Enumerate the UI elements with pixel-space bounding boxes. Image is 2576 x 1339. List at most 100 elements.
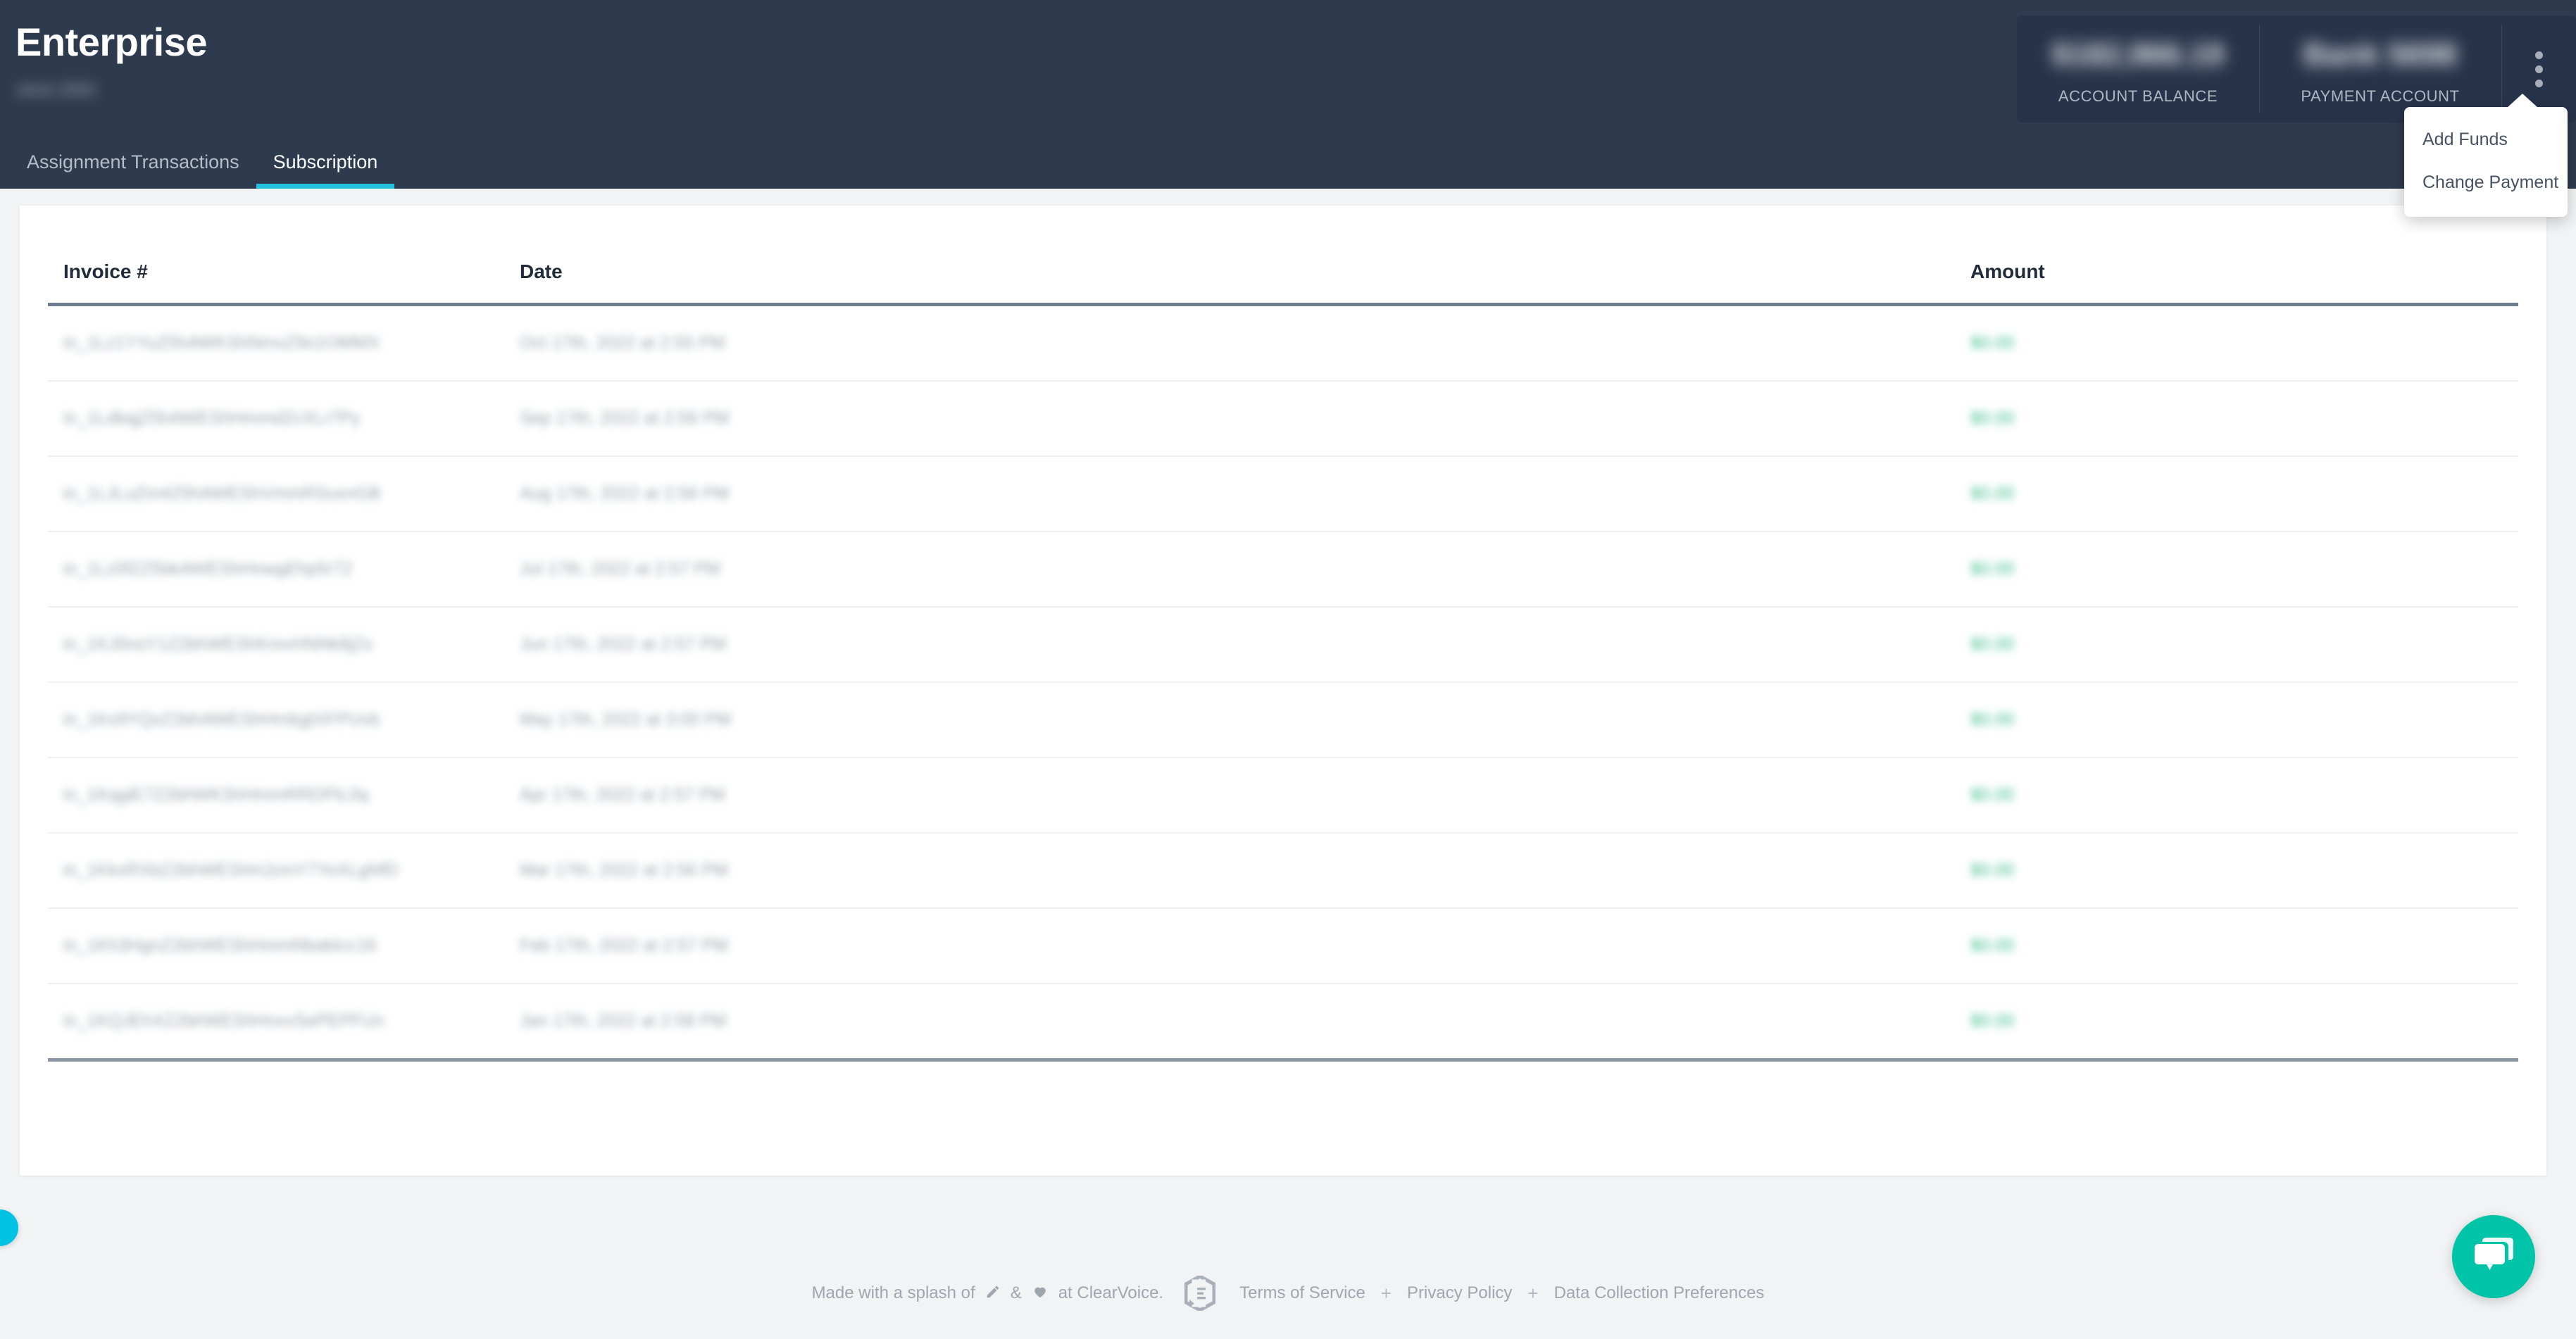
footer-links: Terms of Service + Privacy Policy + Data…: [1239, 1283, 1764, 1305]
cell-amount: $0.00: [1970, 381, 2518, 457]
invoice-number-text: in_1KqgiE7Z2bhWKShHmmRRDPiL0q: [63, 785, 369, 805]
amount-text: $0.00: [1970, 936, 2015, 955]
date-text: Sep 17th, 2022 at 2:56 PM: [520, 408, 730, 428]
header-tabs: Assignment Transactions Subscription: [0, 151, 394, 189]
cell-invoice-number: in_1LdbqjZ5hAWEShHmmdZcXLr7Py: [48, 381, 520, 457]
cell-spacer: [1266, 532, 1970, 608]
amount-text: $0.00: [1970, 634, 2015, 654]
column-header-date: Date: [520, 206, 1266, 306]
amount-text: $0.00: [1970, 559, 2015, 579]
cell-amount: $0.00: [1970, 757, 2518, 834]
cell-amount: $0.00: [1970, 304, 2518, 382]
invoice-number-text: in_1KkxRXbZ2bhWEShHJzmY7YoXLgNfD: [63, 860, 399, 880]
cell-date: Aug 17th, 2022 at 2:56 PM: [520, 456, 1266, 532]
header-dropdown-menu: Add Funds Change Payment: [2404, 94, 2568, 217]
cell-date: Jan 17th, 2022 at 2:58 PM: [520, 983, 1266, 1062]
amount-text: $0.00: [1970, 408, 2015, 428]
cell-spacer: [1266, 833, 1970, 909]
app-header: Enterprise since 2020 $182,966.19 ACCOUN…: [0, 0, 2576, 217]
invoice-number-text: in_1LdbqjZ5hAWEShHmmdZcXLr7Py: [63, 408, 361, 428]
cell-invoice-number: in_1KkxRXbZ2bhWEShHJzmY7YoXLgNfD: [48, 833, 520, 909]
page-subtitle: since 2020: [17, 80, 96, 99]
page-root: Enterprise since 2020 $182,966.19 ACCOUN…: [0, 0, 2576, 1339]
amount-text: $0.00: [1970, 333, 2015, 353]
table-row[interactable]: in_1KJ0nsY1Z2bhWEShKmvHNNk8jZs Jun 17th, …: [48, 607, 2518, 683]
invoice-number-text: in_1Ks9YQxZ2bhAWEShHmbgtXFPUvb: [63, 710, 380, 729]
date-text: Jan 17th, 2022 at 2:58 PM: [520, 1011, 727, 1031]
invoices-table-body: in_1Lz1YYuZ5hAWKShNmvZ9o1OMMX Oct 17th, 2…: [48, 304, 2518, 1062]
account-balance-value: $182,966.19: [2051, 37, 2225, 72]
invoice-number-text: in_1KQJEhXZ2bhWEShHnxvSePEPFUn: [63, 1011, 384, 1031]
menu-item-change-payment[interactable]: Change Payment: [2404, 161, 2568, 204]
link-data-collection-preferences[interactable]: Data Collection Preferences: [1554, 1283, 1765, 1303]
cell-spacer: [1266, 908, 1970, 984]
footer-ampersand: &: [1010, 1283, 1022, 1302]
table-row[interactable]: in_1KqgiE7Z2bhWKShHmmRRDPiL0q Apr 17th, 2…: [48, 757, 2518, 834]
menu-item-add-funds[interactable]: Add Funds: [2404, 118, 2568, 161]
column-header-invoice: Invoice #: [48, 206, 520, 306]
footer-credit: Made with a splash of & at ClearVoice.: [812, 1283, 1164, 1303]
date-text: Apr 17th, 2022 at 2:57 PM: [520, 785, 725, 805]
cell-spacer: [1266, 304, 1970, 382]
cell-invoice-number: in_1Lz0fZZ5bkAWEShHnwgEhp5r72: [48, 532, 520, 608]
chat-widget-button[interactable]: [2452, 1215, 2535, 1298]
table-row[interactable]: in_1LJLuZm4Z5hAWEShVmmRSuxnGB Aug 17th, 2…: [48, 456, 2518, 532]
table-header-row: Invoice # Date Amount: [48, 206, 2518, 306]
footer-made-prefix: Made with a splash of: [811, 1283, 975, 1302]
cell-invoice-number: in_1Kh3HgnZ2bhWEShHmmNbabIcc16: [48, 908, 520, 984]
cell-invoice-number: in_1LJLuZm4Z5hAWEShVmmRSuxnGB: [48, 456, 520, 532]
table-row[interactable]: in_1Lz1YYuZ5hAWKShNmvZ9o1OMMX Oct 17th, 2…: [48, 304, 2518, 382]
cell-invoice-number: in_1Lz1YYuZ5hAWKShNmvZ9o1OMMX: [48, 304, 520, 382]
stat-account-balance[interactable]: $182,966.19 ACCOUNT BALANCE: [2017, 15, 2259, 122]
cell-date: Sep 17th, 2022 at 2:56 PM: [520, 381, 1266, 457]
left-edge-launcher[interactable]: [0, 1209, 18, 1246]
cell-amount: $0.00: [1970, 456, 2518, 532]
amount-text: $0.00: [1970, 1011, 2015, 1031]
cell-date: Jun 17th, 2022 at 2:57 PM: [520, 607, 1266, 683]
table-row[interactable]: in_1Lz0fZZ5bkAWEShHnwgEhp5r72 Jul 17th, 2…: [48, 532, 2518, 608]
link-terms-of-service[interactable]: Terms of Service: [1239, 1283, 1365, 1303]
cell-invoice-number: in_1Ks9YQxZ2bhAWEShHmbgtXFPUvb: [48, 682, 520, 758]
invoice-number-text: in_1KJ0nsY1Z2bhWEShKmvHNNk8jZs: [63, 634, 373, 654]
table-row[interactable]: in_1Kh3HgnZ2bhWEShHmmNbabIcc16 Feb 17th, …: [48, 908, 2518, 984]
cell-date: Apr 17th, 2022 at 2:57 PM: [520, 757, 1266, 834]
date-text: Jun 17th, 2022 at 2:57 PM: [520, 634, 727, 654]
table-row[interactable]: in_1Ks9YQxZ2bhAWEShHmbgtXFPUvb May 17th, …: [48, 682, 2518, 758]
cell-spacer: [1266, 682, 1970, 758]
table-row[interactable]: in_1LdbqjZ5hAWEShHmmdZcXLr7Py Sep 17th, 2…: [48, 381, 2518, 457]
account-balance-label: ACCOUNT BALANCE: [2058, 87, 2218, 106]
cell-amount: $0.00: [1970, 532, 2518, 608]
heart-icon: [1032, 1284, 1049, 1302]
date-text: Oct 17th, 2022 at 2:55 PM: [520, 333, 725, 353]
column-header-spacer: [1266, 206, 1970, 306]
invoice-number-text: in_1LJLuZm4Z5hAWEShVmmRSuxnGB: [63, 484, 381, 503]
cell-spacer: [1266, 381, 1970, 457]
date-text: May 17th, 2022 at 3:00 PM: [520, 710, 732, 729]
cell-date: May 17th, 2022 at 3:00 PM: [520, 682, 1266, 758]
invoices-table-head: Invoice # Date Amount: [48, 206, 2518, 306]
invoice-number-text: in_1Lz1YYuZ5hAWKShNmvZ9o1OMMX: [63, 333, 380, 353]
chat-bubble-icon: [2472, 1235, 2515, 1279]
clearvoice-logo-icon: [1184, 1276, 1216, 1311]
tab-assignment-transactions[interactable]: Assignment Transactions: [10, 151, 256, 189]
kebab-menu-icon: [2534, 51, 2543, 87]
date-text: Mar 17th, 2022 at 2:56 PM: [520, 860, 729, 880]
page-footer: Made with a splash of & at ClearVoice. T…: [0, 1276, 2576, 1311]
cell-date: Jul 17th, 2022 at 2:57 PM: [520, 532, 1266, 608]
amount-text: $0.00: [1970, 860, 2015, 880]
payment-account-label: PAYMENT ACCOUNT: [2301, 87, 2460, 106]
cell-spacer: [1266, 983, 1970, 1062]
footer-made-suffix: at ClearVoice.: [1058, 1283, 1164, 1302]
invoice-number-text: in_1Lz0fZZ5bkAWEShHnwgEhp5r72: [63, 559, 353, 579]
page-title: Enterprise: [15, 20, 208, 64]
cell-date: Mar 17th, 2022 at 2:56 PM: [520, 833, 1266, 909]
link-privacy-policy[interactable]: Privacy Policy: [1407, 1283, 1512, 1303]
pencil-icon: [985, 1284, 1001, 1302]
cell-invoice-number: in_1KqgiE7Z2bhWKShHmmRRDPiL0q: [48, 757, 520, 834]
footer-separator-1: +: [1380, 1282, 1392, 1304]
table-row[interactable]: in_1KkxRXbZ2bhWEShHJzmY7YoXLgNfD Mar 17th…: [48, 833, 2518, 909]
invoices-card: Invoice # Date Amount in_1Lz1YYuZ5hAWKSh…: [20, 206, 2546, 1176]
date-text: Aug 17th, 2022 at 2:56 PM: [520, 484, 730, 503]
tab-subscription[interactable]: Subscription: [256, 151, 395, 189]
table-row[interactable]: in_1KQJEhXZ2bhWEShHnxvSePEPFUn Jan 17th, …: [48, 983, 2518, 1062]
